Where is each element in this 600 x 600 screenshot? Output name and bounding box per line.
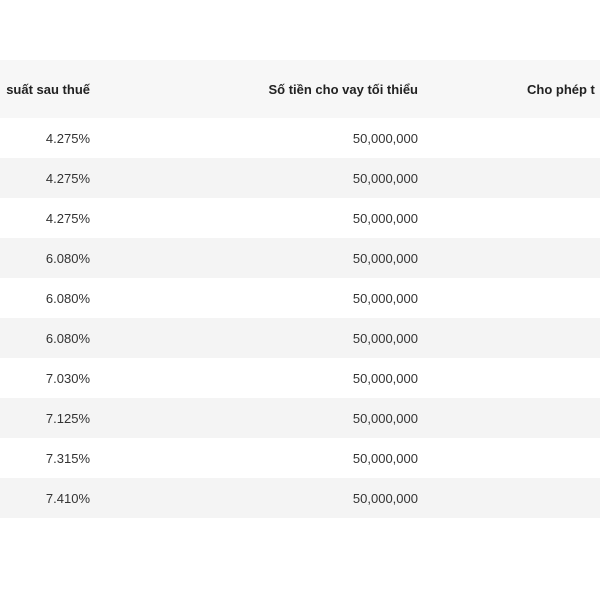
table-row: 7.125% 50,000,000 [0,398,600,438]
min-amount-cell: 50,000,000 [352,250,418,266]
rate-cell: 4.275% [45,210,90,226]
table-row: 7.030% 50,000,000 [0,358,600,398]
rate-cell: 7.125% [45,410,90,426]
rate-cell: 6.080% [45,330,90,346]
table-row: 7.410% 50,000,000 [0,478,600,518]
table-row: 6.080% 50,000,000 [0,238,600,278]
min-amount-cell: 50,000,000 [352,290,418,306]
min-amount-cell: 50,000,000 [352,130,418,146]
table-header: suất sau thuế Số tiền cho vay tối thiểu … [0,60,600,118]
rate-cell: 4.275% [45,170,90,186]
rate-cell: 4.275% [45,130,90,146]
rates-table: suất sau thuế Số tiền cho vay tối thiểu … [0,60,600,518]
rate-cell: 6.080% [45,290,90,306]
header-allow[interactable]: Cho phép t [527,60,595,118]
rate-cell: 7.030% [45,370,90,386]
rate-cell: 7.315% [45,450,90,466]
min-amount-cell: 50,000,000 [352,450,418,466]
min-amount-cell: 50,000,000 [352,410,418,426]
table-row: 7.315% 50,000,000 [0,438,600,478]
min-amount-cell: 50,000,000 [352,210,418,226]
table-row: 4.275% 50,000,000 [0,158,600,198]
table-row: 6.080% 50,000,000 [0,318,600,358]
table-row: 6.080% 50,000,000 [0,278,600,318]
min-amount-cell: 50,000,000 [352,330,418,346]
min-amount-cell: 50,000,000 [352,490,418,506]
min-amount-cell: 50,000,000 [352,370,418,386]
table-row: 4.275% 50,000,000 [0,118,600,158]
rate-cell: 7.410% [45,490,90,506]
rate-cell: 6.080% [45,250,90,266]
min-amount-cell: 50,000,000 [352,170,418,186]
viewport: suất sau thuế Số tiền cho vay tối thiểu … [0,0,600,600]
header-minimum-loan-amount[interactable]: Số tiền cho vay tối thiểu [268,60,418,118]
table-row: 4.275% 50,000,000 [0,198,600,238]
header-rate-after-tax[interactable]: suất sau thuế [6,60,90,118]
